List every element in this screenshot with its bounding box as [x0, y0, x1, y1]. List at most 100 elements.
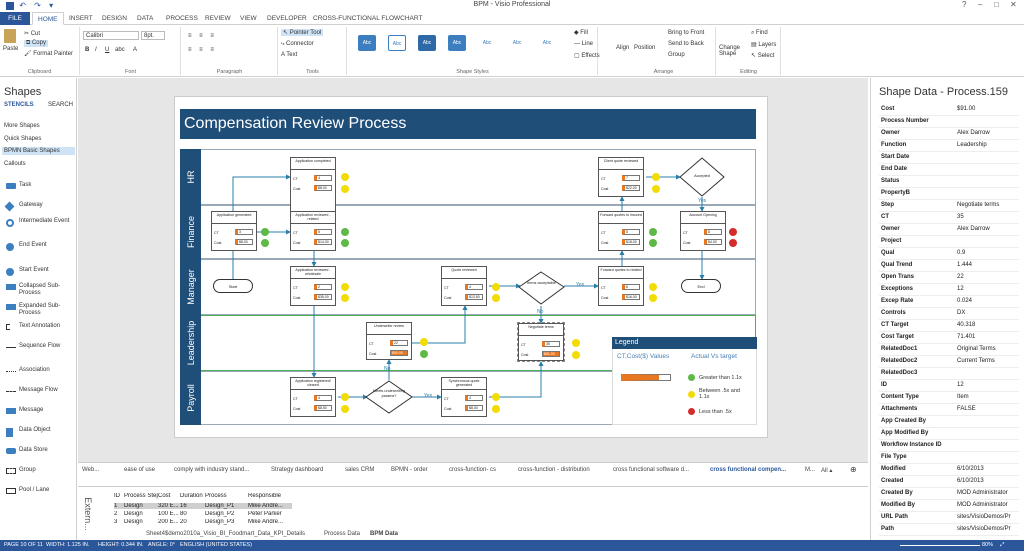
shape-data-value[interactable]: DX: [957, 308, 1019, 319]
page-tab[interactable]: Strategy dashboard: [271, 467, 323, 473]
page-tab-active[interactable]: cross functional compen...: [710, 467, 786, 473]
data-tab-active[interactable]: BPM Data: [370, 531, 398, 537]
data-tab[interactable]: Process Data: [324, 531, 360, 537]
process-box-2[interactable]: Application reviewed - related CT 5 Cost $14…: [290, 211, 336, 251]
status-page[interactable]: PAGE 10 OF 11: [4, 542, 43, 548]
shape-data-row[interactable]: RelatedDoc3: [879, 368, 1019, 380]
page-tab[interactable]: comply with industry stand...: [174, 467, 249, 473]
table-cell[interactable]: Design: [124, 503, 158, 509]
shape-data-value[interactable]: MOD Administrator: [957, 488, 1019, 499]
shape-data-row[interactable]: Start Date: [879, 152, 1019, 164]
table-cell[interactable]: 2: [114, 511, 124, 517]
shape-data-value[interactable]: 71.401: [957, 332, 1019, 343]
shape-data-value[interactable]: 0.9: [957, 248, 1019, 259]
shape-data-value[interactable]: 35: [957, 212, 1019, 223]
table-cell[interactable]: 20: [180, 519, 205, 525]
table-cell[interactable]: Design: [124, 519, 158, 525]
shape-data-value[interactable]: sites/VisioDemos/Pr: [957, 524, 1019, 535]
shape-data-value[interactable]: Alex Darrow: [957, 128, 1019, 139]
table-cell[interactable]: 80: [180, 511, 205, 517]
shape-data-row[interactable]: Path sites/VisioDemos/Pr: [879, 524, 1019, 536]
shape-data-value[interactable]: 1.444: [957, 260, 1019, 271]
page-tab[interactable]: Web...: [82, 467, 99, 473]
shape-data-row[interactable]: Created By MOD Administrator: [879, 488, 1019, 500]
gateway-accepted[interactable]: Accepted: [685, 174, 719, 179]
shape-data-row[interactable]: Modified By MOD Administrator: [879, 500, 1019, 512]
shape-data-row[interactable]: File Type: [879, 452, 1019, 464]
process-box-4[interactable]: Quote reviewed CT 4 Cost $13.50: [441, 266, 487, 306]
table-header[interactable]: Process: [205, 493, 248, 499]
shape-data-row[interactable]: Created 6/10/2013: [879, 476, 1019, 488]
shape-data-row[interactable]: CT Target 40.318: [879, 320, 1019, 332]
table-cell[interactable]: Mike Andre...: [248, 503, 292, 509]
shape-data-row[interactable]: App Modified By: [879, 428, 1019, 440]
shape-data-row[interactable]: End Date: [879, 164, 1019, 176]
page-tab[interactable]: M...: [805, 467, 815, 473]
shape-data-row[interactable]: Excep Rate 0.024: [879, 296, 1019, 308]
shape-data-value[interactable]: sites/VisioDemos/Pr: [957, 512, 1019, 523]
table-cell[interactable]: Mike Andre...: [248, 519, 292, 525]
shape-data-value[interactable]: Negotiate terms: [957, 200, 1019, 211]
process-box-3[interactable]: Application reviewed - wholesale CT 2 Cost $…: [290, 266, 336, 306]
shape-data-row[interactable]: Status: [879, 176, 1019, 188]
shape-data-value[interactable]: 6/10/2013: [957, 476, 1019, 487]
data-tab[interactable]: Sheet4$demo2010a_Visio_BI_Foodmart_Data_…: [146, 531, 305, 537]
process-box-11[interactable]: Application registered/ cleared CT 4 Cost $8…: [290, 377, 336, 417]
shape-data-value[interactable]: Alex Darrow: [957, 224, 1019, 235]
page-tab[interactable]: BPMN - order: [391, 467, 428, 473]
shape-data-value[interactable]: Item: [957, 392, 1019, 403]
process-box-0[interactable]: Application completed CT 4 Cost $8.00: [290, 157, 336, 213]
shape-data-row[interactable]: Cost Target 71.401: [879, 332, 1019, 344]
gateway-terms[interactable]: Terms acceptable: [524, 281, 558, 286]
gateway-meets[interactable]: Meets underwriting params?: [371, 389, 407, 398]
table-header[interactable]: Cost: [158, 493, 180, 499]
table-cell[interactable]: Design: [124, 511, 158, 517]
end-event[interactable]: End: [681, 279, 721, 293]
shape-data-row[interactable]: Project: [879, 236, 1019, 248]
zoom-level[interactable]: 80%: [982, 542, 993, 548]
shape-data-row[interactable]: Exceptions 12: [879, 284, 1019, 296]
shape-data-value[interactable]: 22: [957, 272, 1019, 283]
process-box-10[interactable]: Negotiate terms CT 35 Cost $91.00: [517, 322, 565, 362]
table-header[interactable]: Process Step: [124, 493, 158, 499]
page-tab[interactable]: cross functional software d...: [613, 467, 689, 473]
process-box-12[interactable]: Synchronous quote generated CT 4 Cost $8.00: [441, 377, 487, 417]
shape-data-value[interactable]: Current Terms: [957, 356, 1019, 367]
shape-data-row[interactable]: RelatedDoc1 Original Terms: [879, 344, 1019, 356]
zoom-slider[interactable]: [900, 545, 980, 546]
table-cell[interactable]: Design_P1: [205, 503, 248, 509]
shape-data-value[interactable]: 12: [957, 284, 1019, 295]
table-cell[interactable]: 200 E...: [158, 519, 180, 525]
shape-data-row[interactable]: Workflow Instance ID: [879, 440, 1019, 452]
page-tab[interactable]: sales CRM: [345, 467, 374, 473]
shape-data-row[interactable]: Function Leadership: [879, 140, 1019, 152]
shape-data-value[interactable]: Original Terms: [957, 344, 1019, 355]
process-box-8[interactable]: Forward quotes to related CT 6 Cost $16.00: [598, 266, 644, 306]
shape-data-row[interactable]: Controls DX: [879, 308, 1019, 320]
shape-data-row[interactable]: App Created By: [879, 416, 1019, 428]
page-tab-all[interactable]: All ▴: [821, 467, 832, 474]
shape-data-value[interactable]: $91.00: [957, 104, 1019, 115]
table-cell[interactable]: 16: [180, 503, 205, 509]
page-tab[interactable]: cross-function- cs: [449, 467, 496, 473]
shape-data-row[interactable]: RelatedDoc2 Current Terms: [879, 356, 1019, 368]
table-cell[interactable]: Design_P2: [205, 511, 248, 517]
legend[interactable]: CT,Cost($) Values Actual Vs target Great…: [612, 337, 757, 425]
shape-data-row[interactable]: Content Type Item: [879, 392, 1019, 404]
shape-data-row[interactable]: Owner Alex Darrow: [879, 128, 1019, 140]
table-cell[interactable]: Design_P3: [205, 519, 248, 525]
table-header[interactable]: Duration: [180, 493, 205, 499]
shape-data-row[interactable]: Cost $91.00: [879, 104, 1019, 116]
shape-data-value[interactable]: 0.024: [957, 296, 1019, 307]
page-tab[interactable]: ease of use: [124, 467, 155, 473]
shape-data-row[interactable]: Qual 0.9: [879, 248, 1019, 260]
shape-data-row[interactable]: Attachments FALSE: [879, 404, 1019, 416]
process-box-7[interactable]: Account Opening CT 8 Cost $4.00: [680, 211, 726, 251]
shape-data-value[interactable]: MOD Administrator: [957, 500, 1019, 511]
table-header[interactable]: Responsible: [248, 493, 292, 499]
table-header[interactable]: ID: [114, 493, 124, 499]
shape-data-value[interactable]: FALSE: [957, 404, 1019, 415]
shape-data-value[interactable]: Leadership: [957, 140, 1019, 151]
shape-data-value[interactable]: 40.318: [957, 320, 1019, 331]
fit-page-icon[interactable]: ⤢: [1000, 542, 1004, 549]
